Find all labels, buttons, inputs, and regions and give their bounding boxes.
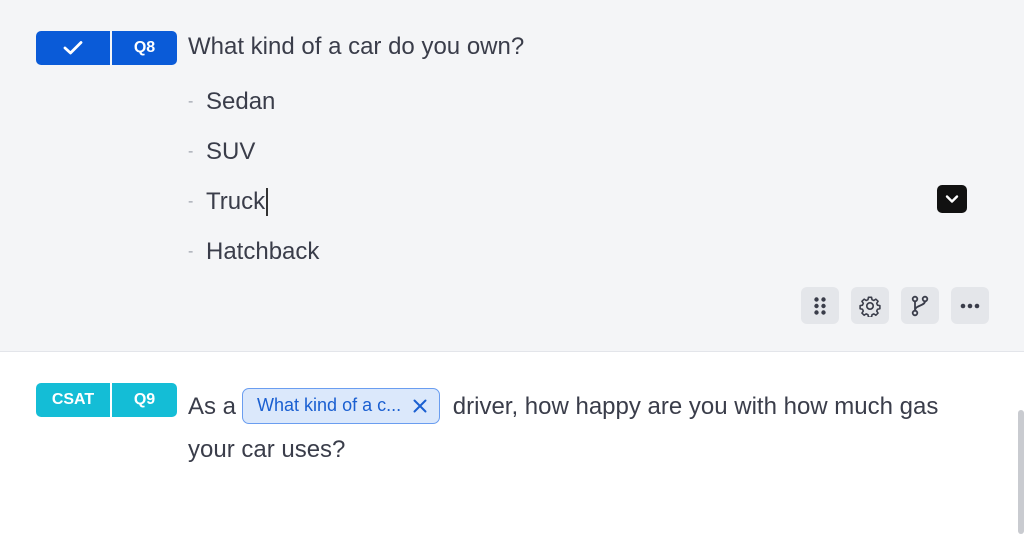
option-label-editing[interactable]: Truck: [206, 188, 265, 216]
more-options-button[interactable]: [951, 287, 989, 324]
piped-answer-label: What kind of a c...: [257, 395, 402, 416]
option-dropdown-button[interactable]: [937, 185, 967, 213]
option-item[interactable]: - Truck: [188, 188, 268, 216]
settings-button[interactable]: [851, 287, 889, 324]
question-text-before[interactable]: As a: [188, 393, 236, 420]
chevron-down-icon: [945, 195, 959, 203]
option-item[interactable]: - Sedan: [188, 88, 275, 116]
gear-icon: [859, 296, 881, 317]
checkmark-icon: [63, 41, 83, 55]
question-title[interactable]: As a What kind of a c... driver, how happ…: [188, 385, 988, 471]
question-number-badge[interactable]: Q9: [112, 383, 177, 417]
question-type-badge[interactable]: [36, 31, 110, 65]
bullet-dash: -: [188, 143, 194, 160]
option-label[interactable]: Hatchback: [206, 238, 319, 266]
scrollbar[interactable]: [1018, 410, 1024, 534]
question-number-badge[interactable]: Q8: [112, 31, 177, 65]
option-label[interactable]: SUV: [206, 138, 255, 166]
bullet-dash: -: [188, 193, 194, 210]
branch-icon: [911, 295, 929, 316]
option-label[interactable]: Sedan: [206, 88, 275, 116]
more-icon: [960, 303, 980, 308]
bullet-dash: -: [188, 93, 194, 110]
text-caret: [266, 188, 268, 216]
question-title[interactable]: What kind of a car do you own?: [188, 33, 524, 61]
piped-answer-chip[interactable]: What kind of a c...: [242, 387, 441, 424]
question-type-badge[interactable]: CSAT: [36, 383, 110, 417]
bullet-dash: -: [188, 243, 194, 260]
close-icon[interactable]: [413, 399, 427, 413]
drag-handle-button[interactable]: [801, 287, 839, 324]
option-item[interactable]: - SUV: [188, 138, 255, 166]
branch-logic-button[interactable]: [901, 287, 939, 324]
option-item[interactable]: - Hatchback: [188, 238, 319, 266]
drag-handle-icon: [814, 296, 826, 315]
